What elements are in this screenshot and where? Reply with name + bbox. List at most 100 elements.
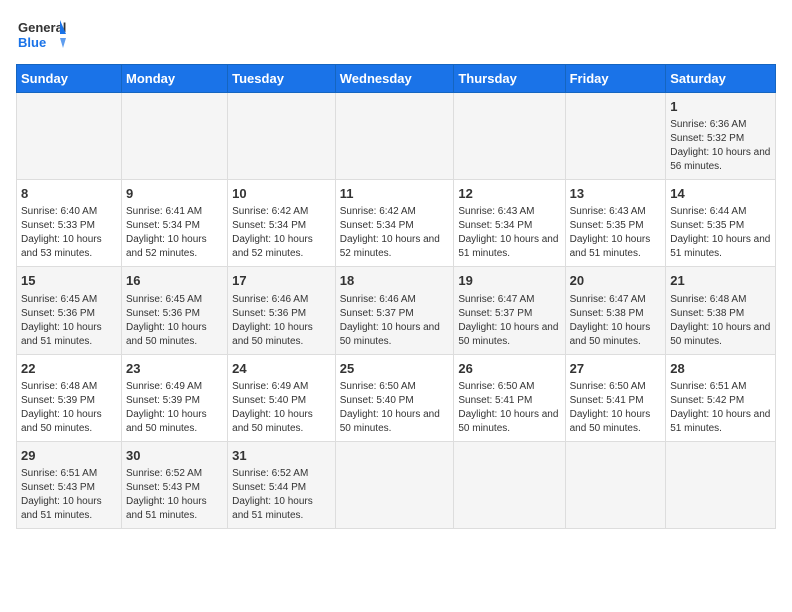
day-number: 17 xyxy=(232,272,331,290)
sunrise-text: Sunrise: 6:49 AM xyxy=(232,381,308,392)
day-number: 13 xyxy=(570,185,662,203)
sunset-text: Sunset: 5:39 PM xyxy=(126,395,200,406)
day-number: 31 xyxy=(232,447,331,465)
calendar-cell: 18 Sunrise: 6:46 AM Sunset: 5:37 PM Dayligh… xyxy=(335,267,454,354)
sunrise-text: Sunrise: 6:51 AM xyxy=(21,468,97,479)
daylight-text: Daylight: 10 hours and 51 minutes. xyxy=(232,496,313,521)
sunrise-text: Sunrise: 6:47 AM xyxy=(570,294,646,305)
day-number: 25 xyxy=(340,360,450,378)
sunset-text: Sunset: 5:36 PM xyxy=(21,308,95,319)
calendar-cell: 22Sunrise: 6:48 AMSunset: 5:39 PMDayligh… xyxy=(17,354,122,441)
col-header-tuesday: Tuesday xyxy=(228,65,336,93)
sunrise-text: Sunrise: 6:46 AM xyxy=(340,294,416,305)
day-number: 23 xyxy=(126,360,223,378)
calendar-cell: 8Sunrise: 6:40 AMSunset: 5:33 PMDaylight… xyxy=(17,180,122,267)
sunset-text: Sunset: 5:36 PM xyxy=(126,308,200,319)
calendar-cell xyxy=(228,93,336,180)
daylight-text: Daylight: 10 hours and 56 minutes. xyxy=(670,147,770,172)
sunset-text: Sunset: 5:38 PM xyxy=(670,308,744,319)
day-number: 10 xyxy=(232,185,331,203)
calendar-cell: 1 Sunrise: 6:36 AM Sunset: 5:32 PM Daylight… xyxy=(666,93,776,180)
day-number: 19 xyxy=(458,272,560,290)
svg-text:General: General xyxy=(18,20,66,35)
sunset-text: Sunset: 5:43 PM xyxy=(126,482,200,493)
calendar-cell xyxy=(454,441,565,528)
sunrise-text: Sunrise: 6:50 AM xyxy=(458,381,534,392)
sunrise-text: Sunrise: 6:50 AM xyxy=(340,381,416,392)
day-number: 8 xyxy=(21,185,117,203)
sunset-text: Sunset: 5:35 PM xyxy=(570,220,644,231)
calendar-cell: 28Sunrise: 6:51 AMSunset: 5:42 PMDayligh… xyxy=(666,354,776,441)
sunset-text: Sunset: 5:37 PM xyxy=(458,308,532,319)
day-number: 15 xyxy=(21,272,117,290)
calendar-cell: 29Sunrise: 6:51 AMSunset: 5:43 PMDayligh… xyxy=(17,441,122,528)
day-number: 18 xyxy=(340,272,450,290)
calendar-cell: 20 Sunrise: 6:47 AM Sunset: 5:38 PM Dayligh… xyxy=(565,267,666,354)
sunrise-text: Sunrise: 6:40 AM xyxy=(21,206,97,217)
sunset-text: Sunset: 5:32 PM xyxy=(670,133,744,144)
calendar-cell: 24Sunrise: 6:49 AMSunset: 5:40 PMDayligh… xyxy=(228,354,336,441)
daylight-text: Daylight: 10 hours and 51 minutes. xyxy=(21,496,102,521)
sunrise-text: Sunrise: 6:42 AM xyxy=(340,206,416,217)
daylight-text: Daylight: 10 hours and 50 minutes. xyxy=(570,322,651,347)
calendar-cell: 25Sunrise: 6:50 AMSunset: 5:40 PMDayligh… xyxy=(335,354,454,441)
sunrise-text: Sunrise: 6:36 AM xyxy=(670,119,746,130)
calendar-cell: 10Sunrise: 6:42 AMSunset: 5:34 PMDayligh… xyxy=(228,180,336,267)
sunset-text: Sunset: 5:42 PM xyxy=(670,395,744,406)
header-row: SundayMondayTuesdayWednesdayThursdayFrid… xyxy=(17,65,776,93)
calendar-week-4: 22Sunrise: 6:48 AMSunset: 5:39 PMDayligh… xyxy=(17,354,776,441)
col-header-wednesday: Wednesday xyxy=(335,65,454,93)
sunset-text: Sunset: 5:44 PM xyxy=(232,482,306,493)
day-number: 22 xyxy=(21,360,117,378)
daylight-text: Daylight: 10 hours and 50 minutes. xyxy=(340,322,440,347)
sunset-text: Sunset: 5:34 PM xyxy=(126,220,200,231)
daylight-text: Daylight: 10 hours and 51 minutes. xyxy=(670,234,770,259)
daylight-text: Daylight: 10 hours and 50 minutes. xyxy=(126,322,207,347)
calendar-cell xyxy=(335,93,454,180)
col-header-monday: Monday xyxy=(121,65,227,93)
daylight-text: Daylight: 10 hours and 51 minutes. xyxy=(126,496,207,521)
sunset-text: Sunset: 5:36 PM xyxy=(232,308,306,319)
calendar-cell xyxy=(454,93,565,180)
daylight-text: Daylight: 10 hours and 52 minutes. xyxy=(126,234,207,259)
sunrise-text: Sunrise: 6:43 AM xyxy=(570,206,646,217)
sunset-text: Sunset: 5:38 PM xyxy=(570,308,644,319)
daylight-text: Daylight: 10 hours and 50 minutes. xyxy=(232,322,313,347)
day-number: 1 xyxy=(670,98,771,116)
sunset-text: Sunset: 5:41 PM xyxy=(458,395,532,406)
sunset-text: Sunset: 5:41 PM xyxy=(570,395,644,406)
sunrise-text: Sunrise: 6:45 AM xyxy=(21,294,97,305)
calendar-week-1: 1 Sunrise: 6:36 AM Sunset: 5:32 PM Daylight… xyxy=(17,93,776,180)
sunset-text: Sunset: 5:34 PM xyxy=(232,220,306,231)
logo-svg: General Blue xyxy=(16,16,66,56)
sunset-text: Sunset: 5:35 PM xyxy=(670,220,744,231)
sunset-text: Sunset: 5:34 PM xyxy=(340,220,414,231)
calendar-cell: 14Sunrise: 6:44 AMSunset: 5:35 PMDayligh… xyxy=(666,180,776,267)
calendar-cell xyxy=(565,441,666,528)
day-number: 20 xyxy=(570,272,662,290)
sunrise-text: Sunrise: 6:51 AM xyxy=(670,381,746,392)
sunrise-text: Sunrise: 6:43 AM xyxy=(458,206,534,217)
sunrise-text: Sunrise: 6:47 AM xyxy=(458,294,534,305)
calendar-cell xyxy=(17,93,122,180)
day-number: 12 xyxy=(458,185,560,203)
sunrise-text: Sunrise: 6:52 AM xyxy=(126,468,202,479)
calendar-cell: 26Sunrise: 6:50 AMSunset: 5:41 PMDayligh… xyxy=(454,354,565,441)
svg-text:Blue: Blue xyxy=(18,35,46,50)
calendar-week-3: 15 Sunrise: 6:45 AM Sunset: 5:36 PM Dayligh… xyxy=(17,267,776,354)
sunset-text: Sunset: 5:37 PM xyxy=(340,308,414,319)
sunrise-text: Sunrise: 6:46 AM xyxy=(232,294,308,305)
sunset-text: Sunset: 5:40 PM xyxy=(232,395,306,406)
calendar-cell: 15Sunrise: 6:45 AMSunset: 5:36 PMDayligh… xyxy=(17,267,122,354)
col-header-friday: Friday xyxy=(565,65,666,93)
daylight-text: Daylight: 10 hours and 50 minutes. xyxy=(21,409,102,434)
daylight-text: Daylight: 10 hours and 51 minutes. xyxy=(458,234,558,259)
sunrise-text: Sunrise: 6:48 AM xyxy=(670,294,746,305)
sunrise-text: Sunrise: 6:49 AM xyxy=(126,381,202,392)
day-number: 30 xyxy=(126,447,223,465)
daylight-text: Daylight: 10 hours and 52 minutes. xyxy=(232,234,313,259)
calendar-cell: 16Sunrise: 6:45 AMSunset: 5:36 PMDayligh… xyxy=(121,267,227,354)
day-number: 26 xyxy=(458,360,560,378)
daylight-text: Daylight: 10 hours and 53 minutes. xyxy=(21,234,102,259)
col-header-thursday: Thursday xyxy=(454,65,565,93)
